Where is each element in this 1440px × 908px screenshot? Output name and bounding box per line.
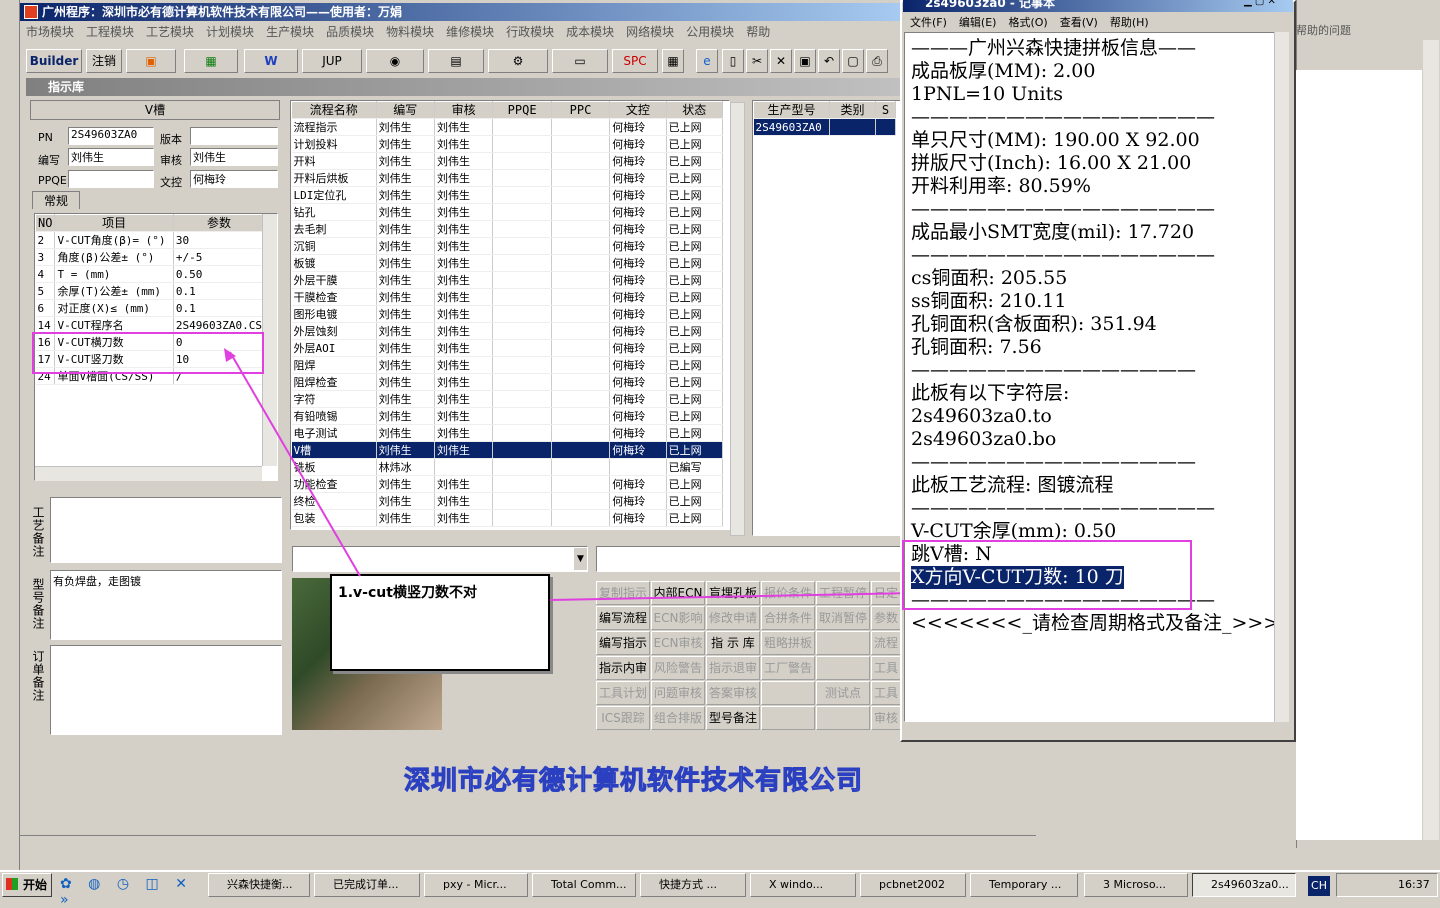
word-vscrollbar[interactable] (1423, 40, 1439, 840)
taskbar-item[interactable]: 兴森快捷衡... (208, 873, 310, 897)
notepad-menu-item[interactable]: 格式(O) (1002, 14, 1053, 30)
notepad-line: 此板有以下字符层: (911, 382, 1070, 404)
notepad-vscrollbar[interactable] (1274, 32, 1289, 722)
notepad-line: ———————————————— (911, 244, 1215, 266)
notepad-title-bar: 2s49603za0 - 记事本 (903, 0, 1293, 12)
notepad-line: 此板工艺流程: 图镀流程 (911, 474, 1114, 496)
notepad-line: 成品板厚(MM): 2.00 (911, 60, 1096, 82)
notepad-line: ———广州兴森快捷拼板信息—— (911, 37, 1197, 59)
quicklaunch-icons[interactable]: ✿ ◍ ◷ ◫ ✕ » (60, 876, 200, 908)
notepad-menu-item[interactable]: 查看(V) (1054, 14, 1104, 30)
taskbar-item[interactable]: X windo... (750, 873, 856, 897)
notepad-line: 开料利用率: 80.59% (911, 175, 1091, 197)
status-bar (20, 835, 1036, 859)
taskbar-item[interactable]: 3 Microso... (1084, 873, 1188, 897)
windows-logo-icon (6, 878, 18, 890)
notepad-line: ——————————————— (911, 451, 1196, 473)
word-doc-area (1296, 70, 1422, 840)
notepad-line: 拼版尺寸(Inch): 16.00 X 21.00 (911, 152, 1192, 174)
notepad-line: 成品最小SMT宽度(mil): 17.720 (911, 221, 1195, 243)
taskbar-item[interactable]: 已完成订单... (314, 873, 420, 897)
notepad-menu-item[interactable]: 编辑(E) (953, 14, 1003, 30)
clock: 16:37 (1398, 878, 1430, 891)
notepad-highlight-box (902, 540, 1192, 610)
notepad-line: 2s49603za0.to (911, 405, 1052, 427)
notepad-line: ——————————————— (911, 359, 1196, 381)
notepad-menu: 文件(F) 编辑(E) 格式(O) 查看(V) 帮助(H) (904, 14, 1155, 30)
word-help-box[interactable]: 帮助的问题 (1296, 22, 1422, 38)
language-indicator[interactable]: CH (1308, 876, 1330, 896)
notepad-line: ss铜面积: 210.11 (911, 290, 1067, 312)
notepad-line: 孔铜面积: 7.56 (911, 336, 1042, 358)
notepad-line: 单只尺寸(MM): 190.00 X 92.00 (911, 129, 1200, 151)
notepad-line: 1PNL=10 Units (911, 83, 1063, 105)
taskbar-item[interactable]: Total Comm... (532, 873, 636, 897)
notepad-window-controls[interactable]: ▁ ▢ ✕ (1244, 0, 1290, 9)
notepad-menu-item[interactable]: 文件(F) (904, 14, 953, 30)
notepad-line: ———————————————— (911, 198, 1215, 220)
notepad-line: 2s49603za0.bo (911, 428, 1057, 450)
notepad-menu-item[interactable]: 帮助(H) (1104, 14, 1155, 30)
notepad-line: ———————————————— (911, 106, 1215, 128)
taskbar-item[interactable]: 快捷方式 ... (640, 873, 746, 897)
notepad-line: cs铜面积: 205.55 (911, 267, 1068, 289)
notepad-text-area[interactable]: ———广州兴森快捷拼板信息—— 成品板厚(MM): 2.00 1PNL=10 Uni… (904, 32, 1288, 722)
taskbar-item[interactable]: 2s49603za0... (1192, 873, 1296, 897)
notepad-line: ———————————————— (911, 497, 1215, 519)
notepad-line: 孔铜面积(含板面积): 351.94 (911, 313, 1157, 335)
taskbar-item[interactable]: Temporary ... (970, 873, 1078, 897)
taskbar-item[interactable]: pxy - Micr... (424, 873, 528, 897)
taskbar-item[interactable]: pcbnet2002 (860, 873, 966, 897)
company-banner: 深圳市必有德计算机软件技术有限公司 (403, 766, 864, 797)
notepad-line: <<<<<<<_请检查周期格式及备注_>>>>> (911, 612, 1288, 634)
